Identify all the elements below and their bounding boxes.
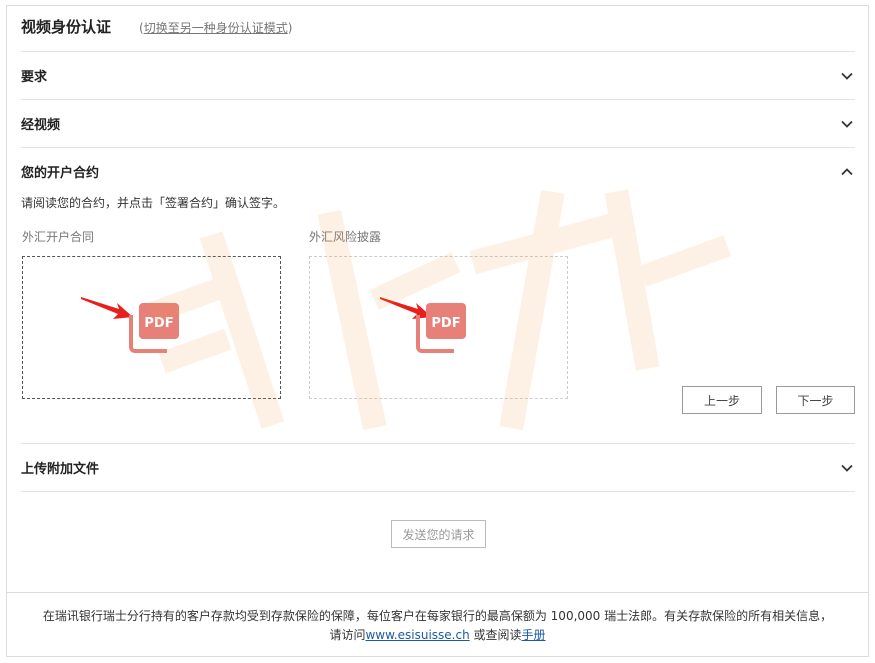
pdf-icon: PDF (129, 303, 179, 353)
footer-line2-prefix: 请访问 (329, 628, 366, 642)
section-contract: 您的开户合约 (21, 147, 855, 195)
section-upload-title: 上传附加文件 (21, 462, 100, 477)
section-video-title: 经视频 (21, 118, 61, 133)
footer-line1: 在瑞讯银行瑞士分行持有的客户存款均受到存款保险的保障，每位客户在每家银行的最高保… (42, 609, 833, 623)
section-requirements-title: 要求 (21, 70, 48, 85)
section-video: 经视频 (21, 99, 855, 147)
contract-body: 请阅读您的合约，并点击「签署合约」确认签字。 (21, 194, 855, 211)
prev-step-button[interactable]: 上一步 (682, 386, 762, 414)
doc2-pdf-tile[interactable]: PDF (309, 256, 568, 399)
contract-instruction: 请阅读您的合约，并点击「签署合约」确认签字。 (21, 196, 286, 210)
section-requirements: 要求 (21, 51, 855, 99)
manual-link[interactable]: 手册 (522, 628, 546, 642)
svg-text:PDF: PDF (431, 316, 460, 331)
footer-line2: 请访问www.esisuisse.ch 或查阅读手册 (7, 626, 868, 645)
section-requirements-header[interactable]: 要求 (21, 52, 855, 99)
doc2-label: 外汇风险披露 (309, 230, 382, 244)
page-header: 视频身份认证 (切换至另一种身份认证模式) (21, 16, 292, 46)
doc1-label: 外汇开户合同 (22, 230, 95, 244)
page-title: 视频身份认证 (21, 18, 112, 36)
section-video-header[interactable]: 经视频 (21, 100, 855, 147)
main-panel: 视频身份认证 (切换至另一种身份认证模式) 要求 经视频 您的开户合约 请阅读您… (6, 5, 869, 657)
section-upload: 上传附加文件 (21, 443, 855, 492)
esisuisse-link[interactable]: www.esisuisse.ch (365, 628, 469, 642)
section-contract-header[interactable]: 您的开户合约 (21, 148, 855, 195)
section-upload-header[interactable]: 上传附加文件 (21, 444, 855, 491)
pdf-icon: PDF (416, 303, 466, 353)
next-step-button[interactable]: 下一步 (776, 386, 855, 414)
chevron-up-icon[interactable] (839, 164, 855, 180)
footer-line2-middle: 或查阅读 (469, 628, 522, 642)
switch-mode-link[interactable]: (切换至另一种身份认证模式) (139, 19, 292, 36)
switch-mode-link-text[interactable]: 切换至另一种身份认证模式 (144, 21, 288, 35)
chevron-down-icon[interactable] (839, 116, 855, 132)
deposit-insurance-footer: 在瑞讯银行瑞士分行持有的客户存款均受到存款保险的保障，每位客户在每家银行的最高保… (7, 592, 868, 656)
chevron-down-icon[interactable] (839, 68, 855, 84)
chevron-down-icon[interactable] (839, 460, 855, 476)
send-request-button[interactable]: 发送您的请求 (391, 520, 486, 548)
doc1-pdf-tile[interactable]: PDF (22, 256, 281, 399)
section-contract-title: 您的开户合约 (21, 166, 100, 181)
svg-text:PDF: PDF (144, 316, 173, 331)
red-arrow-icon (81, 297, 133, 319)
